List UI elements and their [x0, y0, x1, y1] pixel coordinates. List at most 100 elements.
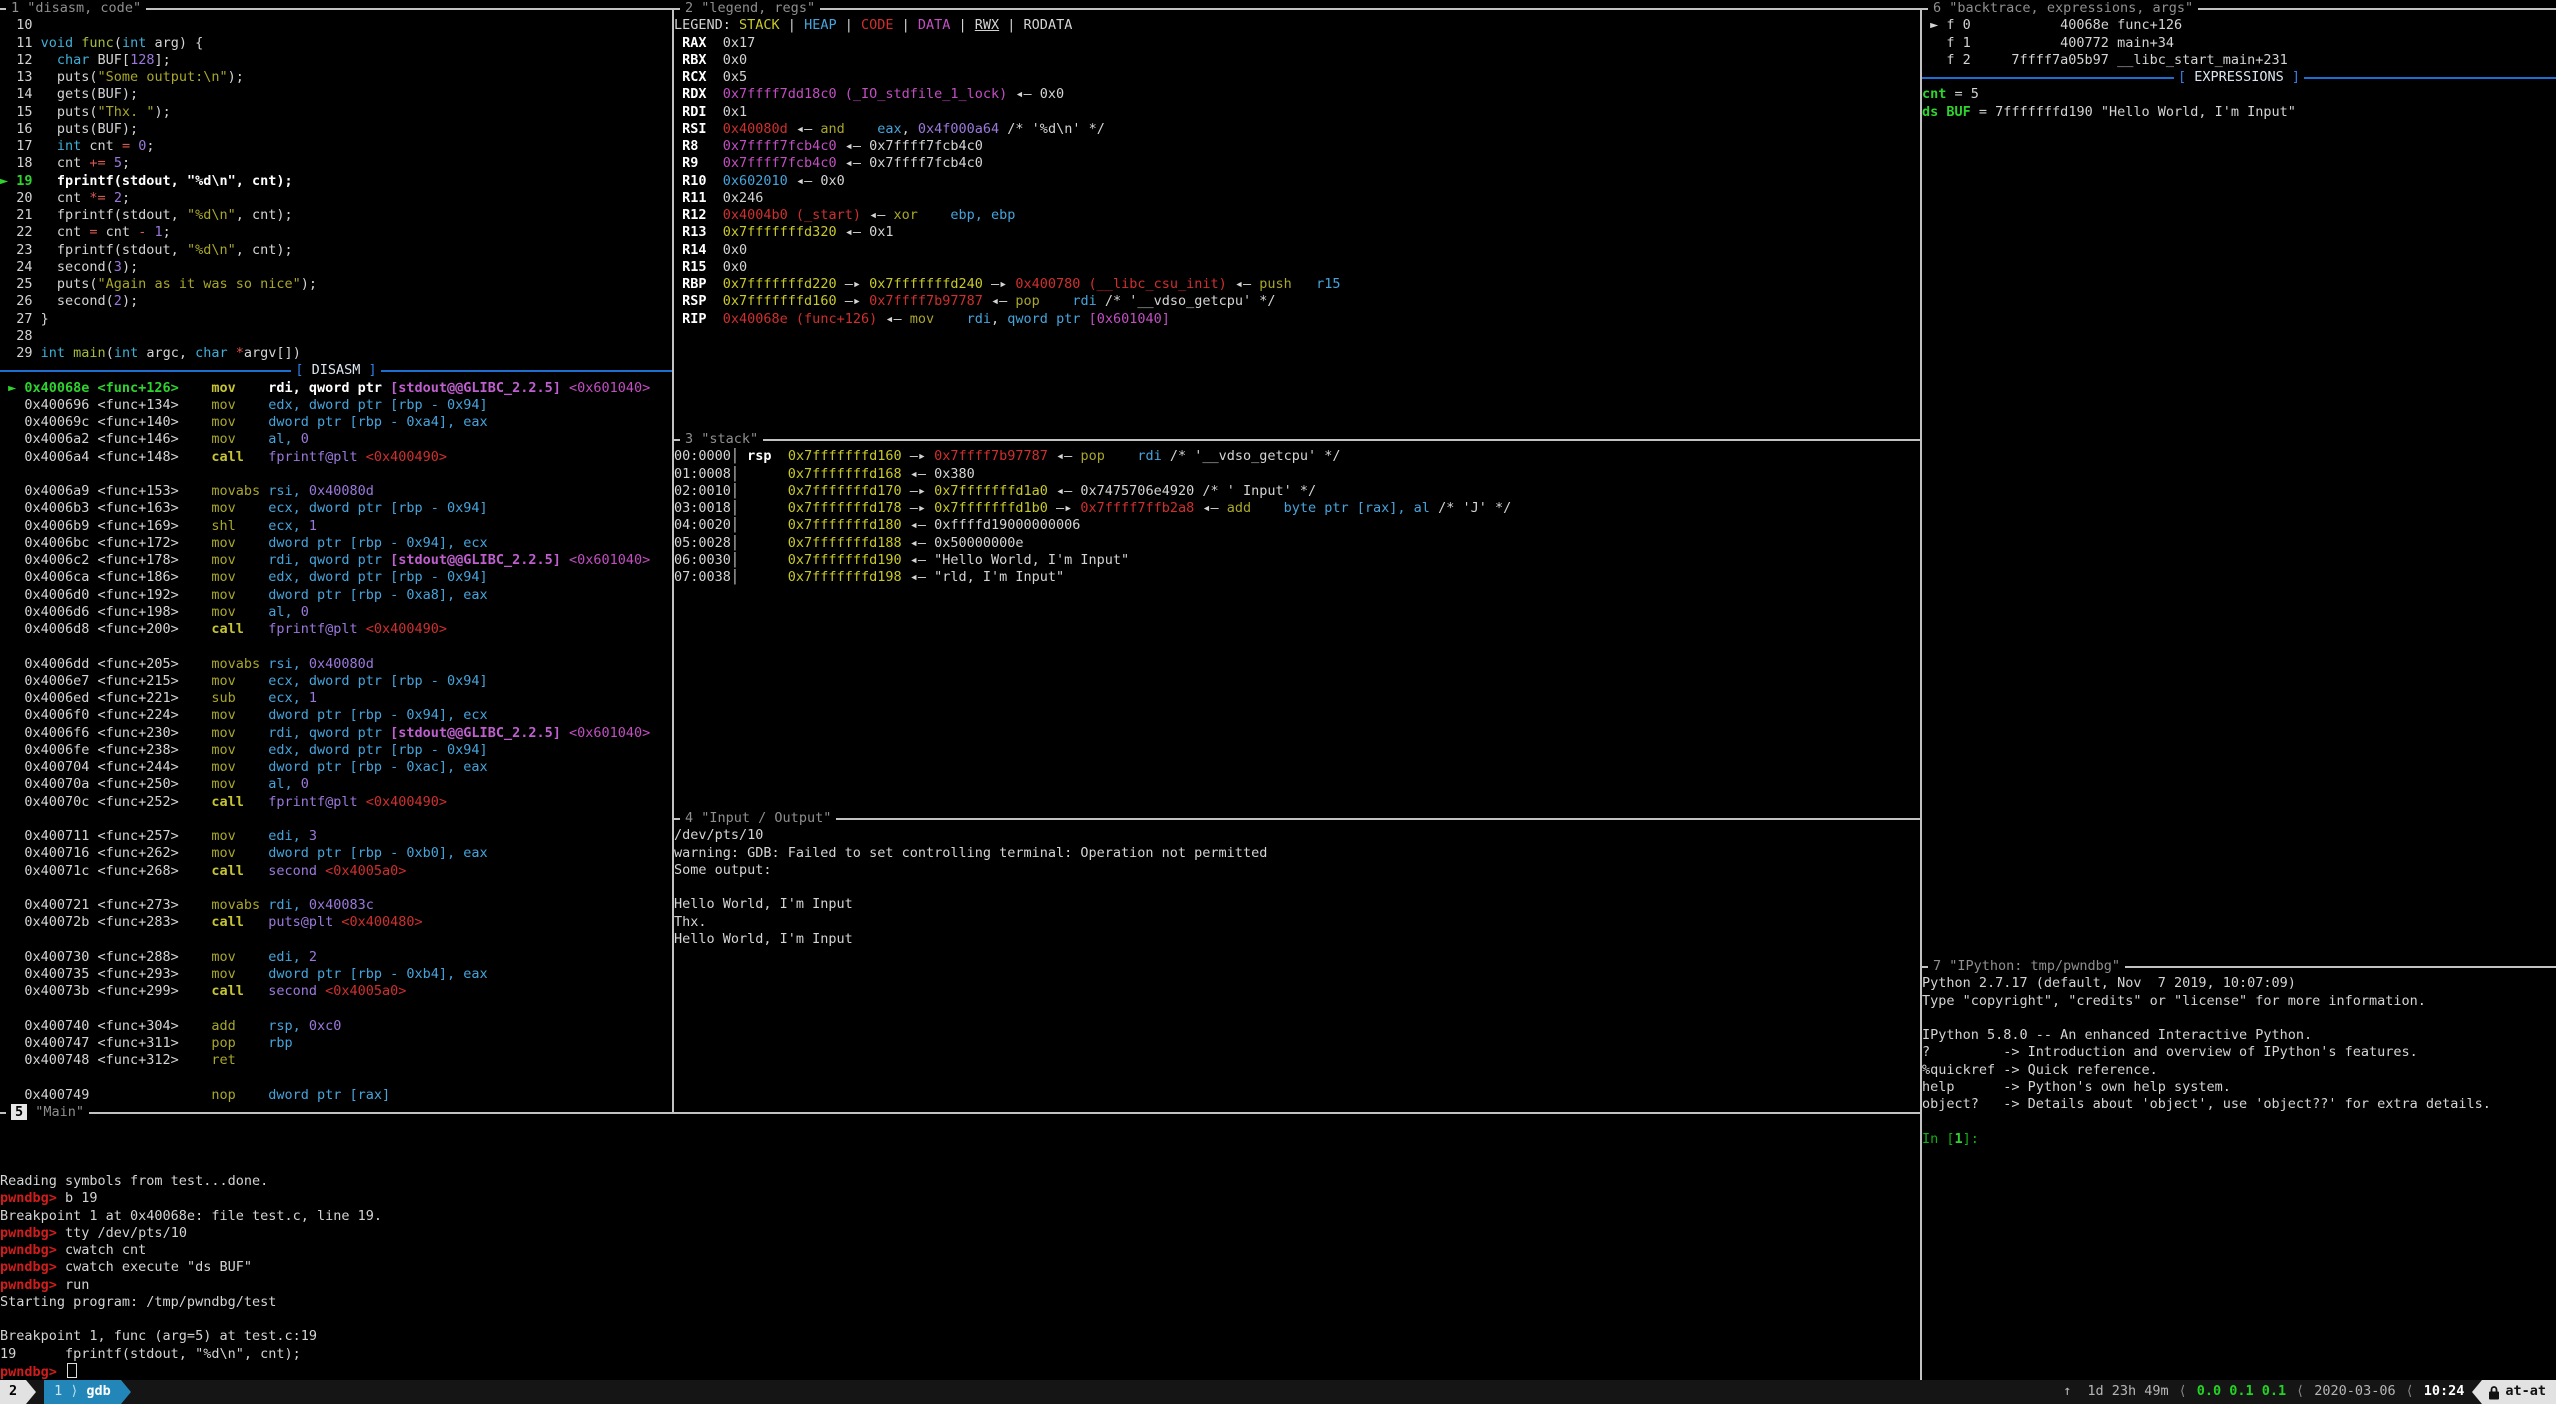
pane-legend-regs[interactable]: 2 "legend, regs" LEGEND: STACK | HEAP | …: [674, 0, 1920, 431]
terminal-line: 12 char BUF[128];: [0, 52, 672, 69]
terminal-line: 0x400716 <func+262> mov dword ptr [rbp -…: [0, 845, 672, 862]
terminal-line: 16 puts(BUF);: [0, 121, 672, 138]
terminal-line: Reading symbols from test...done.: [0, 1173, 1920, 1190]
window-index: 1: [54, 1383, 62, 1400]
terminal-line: Starting program: /tmp/pwndbg/test: [0, 1294, 1920, 1311]
backtrace-lines: ► f 0 40068e func+126 f 1 400772 main+34…: [1922, 17, 2556, 121]
terminal-line: 0x400704 <func+244> mov dword ptr [rbp -…: [0, 759, 672, 776]
pane-title-backtrace: 6 "backtrace, expressions, args": [1922, 0, 2556, 17]
pane-disasm-code[interactable]: 1 "disasm, code" 10 11 void func(int arg…: [0, 0, 672, 1104]
pane-number: 7: [1933, 958, 1941, 974]
pane-backtrace-expressions[interactable]: 6 "backtrace, expressions, args" ► f 0 4…: [1922, 0, 2556, 958]
terminal-line: 0x400735 <func+293> mov dword ptr [rbp -…: [0, 966, 672, 983]
pane-title-disasm-code: 1 "disasm, code": [0, 0, 672, 17]
pane-number: 6: [1933, 0, 1941, 16]
terminal-line: 0x4006ca <func+186> mov edx, dword ptr […: [0, 569, 672, 586]
pane-title-text: "Input / Output": [701, 810, 831, 826]
terminal-line: 07:0038│ 0x7fffffffd198 ◂— "rld, I'm Inp…: [674, 569, 1920, 586]
pane-title-text: "IPython: tmp/pwndbg": [1949, 958, 2120, 974]
terminal-line: 0x40070c <func+252> call fprintf@plt <0x…: [0, 794, 672, 811]
terminal-cursor[interactable]: [67, 1363, 77, 1378]
terminal-line: [ EXPRESSIONS ]: [1922, 69, 2556, 86]
pane-number-active: 5: [11, 1104, 27, 1120]
terminal-line: 0x400730 <func+288> mov edi, 2: [0, 949, 672, 966]
terminal-line: 0x4006f6 <func+230> mov rdi, qword ptr […: [0, 725, 672, 742]
terminal-line: [674, 879, 1920, 896]
hostname-segment: at-at: [2482, 1380, 2556, 1404]
terminal-line: RDX 0x7ffff7dd18c0 (_IO_stdfile_1_lock) …: [674, 86, 1920, 103]
terminal-line: [ DISASM ]: [0, 362, 672, 379]
pane-title-stack: 3 "stack": [674, 431, 1920, 448]
ipython-lines[interactable]: Python 2.7.17 (default, Nov 7 2019, 10:0…: [1922, 975, 2556, 1148]
registers-lines: LEGEND: STACK | HEAP | CODE | DATA | RWX…: [674, 17, 1920, 328]
gdb-console-lines[interactable]: Reading symbols from test...done. pwndbg>…: [0, 1121, 1920, 1380]
terminal-line: 23 fprintf(stdout, "%d\n", cnt);: [0, 242, 672, 259]
status-date: 2020-03-06: [2306, 1383, 2403, 1400]
tmux-terminal-screen: 1 "disasm, code" 10 11 void func(int arg…: [0, 0, 2556, 1404]
terminal-line: 27 }: [0, 311, 672, 328]
terminal-line: object? -> Details about 'object', use '…: [1922, 1096, 2556, 1113]
terminal-line: 0x400748 <func+312> ret: [0, 1052, 672, 1069]
terminal-line: 0x4006a9 <func+153> movabs rsi, 0x40080d: [0, 483, 672, 500]
session-name[interactable]: 2: [0, 1380, 26, 1404]
terminal-line: 17 int cnt = 0;: [0, 138, 672, 155]
lock-icon: [2488, 1385, 2500, 1400]
terminal-line: ► 19 fprintf(stdout, "%d\n", cnt);: [0, 173, 672, 190]
pane-title-text: "Main": [35, 1104, 84, 1120]
terminal-line: warning: GDB: Failed to set controlling …: [674, 845, 1920, 862]
powerline-arrow-icon: [26, 1380, 36, 1404]
program-output-lines: /dev/pts/10warning: GDB: Failed to set c…: [674, 827, 1920, 948]
terminal-line: 11 void func(int arg) {: [0, 35, 672, 52]
terminal-line: 14 gets(BUF);: [0, 86, 672, 103]
terminal-line: pwndbg> cwatch cnt: [0, 1242, 1920, 1259]
terminal-line: 26 second(2);: [0, 293, 672, 310]
terminal-line: [0, 1121, 1920, 1138]
terminal-line: Hello World, I'm Input: [674, 896, 1920, 913]
terminal-line: 24 second(3);: [0, 259, 672, 276]
terminal-line: 21 fprintf(stdout, "%d\n", cnt);: [0, 207, 672, 224]
section-divider-label: [ DISASM ]: [291, 362, 380, 379]
disasm-code-lines: 10 11 void func(int arg) { 12 char BUF[1…: [0, 17, 672, 1104]
terminal-line: R8 0x7ffff7fcb4c0 ◂— 0x7ffff7fcb4c0: [674, 138, 1920, 155]
terminal-line: 0x4006a4 <func+148> call fprintf@plt <0x…: [0, 449, 672, 466]
terminal-line: 0x4006d8 <func+200> call fprintf@plt <0x…: [0, 621, 672, 638]
terminal-line: 0x4006b9 <func+169> shl ecx, 1: [0, 518, 672, 535]
window-tab-gdb[interactable]: 1 ⟩ gdb: [44, 1380, 121, 1404]
terminal-line: 0x4006b3 <func+163> mov ecx, dword ptr […: [0, 500, 672, 517]
pane-ipython[interactable]: 7 "IPython: tmp/pwndbg" Python 2.7.17 (d…: [1922, 958, 2556, 1380]
terminal-line: 0x4006dd <func+205> movabs rsi, 0x40080d: [0, 656, 672, 673]
terminal-line: LEGEND: STACK | HEAP | CODE | DATA | RWX…: [674, 17, 1920, 34]
terminal-line: 0x4006d6 <func+198> mov al, 0: [0, 604, 672, 621]
terminal-line: pwndbg>: [0, 1363, 1920, 1380]
terminal-line: RDI 0x1: [674, 104, 1920, 121]
terminal-line: RSI 0x40080d ◂— and eax, 0x4f000a64 /* '…: [674, 121, 1920, 138]
terminal-line: 20 cnt *= 2;: [0, 190, 672, 207]
terminal-line: ? -> Introduction and overview of IPytho…: [1922, 1044, 2556, 1061]
terminal-line: R14 0x0: [674, 242, 1920, 259]
section-divider-label: [ EXPRESSIONS ]: [2174, 69, 2304, 86]
terminal-line: pwndbg> tty /dev/pts/10: [0, 1225, 1920, 1242]
terminal-line: cnt = 5: [1922, 86, 2556, 103]
terminal-line: [1922, 1113, 2556, 1130]
terminal-line: ds BUF = 7fffffffd190 "Hello World, I'm …: [1922, 104, 2556, 121]
terminal-line: RCX 0x5: [674, 69, 1920, 86]
terminal-line: 0x40072b <func+283> call puts@plt <0x400…: [0, 914, 672, 931]
terminal-line: 0x400747 <func+311> pop rbp: [0, 1035, 672, 1052]
terminal-line: RAX 0x17: [674, 35, 1920, 52]
terminal-line: Hello World, I'm Input: [674, 931, 1920, 948]
pane-title-ipython: 7 "IPython: tmp/pwndbg": [1922, 958, 2556, 975]
pane-input-output[interactable]: 4 "Input / Output" /dev/pts/10warning: G…: [674, 810, 1920, 1104]
terminal-line: 0x4006ed <func+221> sub ecx, 1: [0, 690, 672, 707]
angle-separator-icon: ⟨: [2294, 1383, 2306, 1400]
terminal-line: 03:0018│ 0x7fffffffd178 —▸ 0x7fffffffd1b…: [674, 500, 1920, 517]
terminal-line: 0x40073b <func+299> call second <0x4005a…: [0, 983, 672, 1000]
terminal-line: 0x400721 <func+273> movabs rdi, 0x40083c: [0, 897, 672, 914]
pane-main-gdb-console[interactable]: 5 "Main" Reading symbols from test...don…: [0, 1104, 1920, 1380]
pane-stack[interactable]: 3 "stack" 00:0000│ rsp 0x7fffffffd160 —▸…: [674, 431, 1920, 810]
terminal-line: [0, 811, 672, 828]
terminal-line: 22 cnt = cnt - 1;: [0, 224, 672, 241]
status-left: 2 1 ⟩ gdb: [0, 1380, 131, 1404]
terminal-line: IPython 5.8.0 -- An enhanced Interactive…: [1922, 1027, 2556, 1044]
terminal-line: 0x400711 <func+257> mov edi, 3: [0, 828, 672, 845]
terminal-line: f 1 400772 main+34: [1922, 35, 2556, 52]
